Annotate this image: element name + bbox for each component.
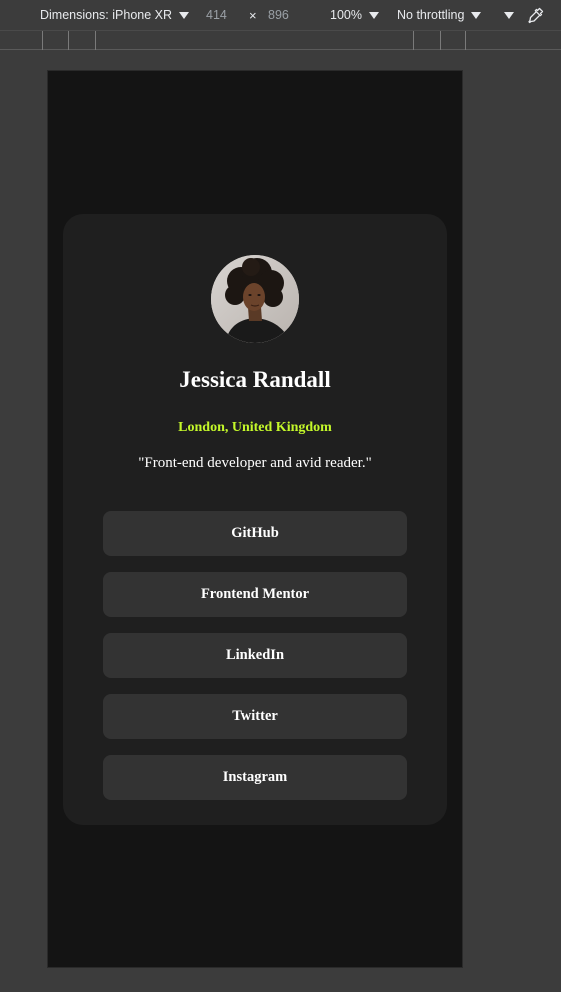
link-button-label: Frontend Mentor [200, 586, 310, 602]
device-dimensions-label: Dimensions: iPhone XR [40, 8, 173, 22]
more-options-dropdown[interactable] [501, 0, 514, 30]
ruler-tick [68, 31, 69, 50]
device-dimensions-dropdown[interactable]: Dimensions: iPhone XR [40, 0, 190, 30]
profile-photo [211, 255, 299, 343]
profile-bio: "Front-end developer and avid reader." [138, 455, 372, 471]
ruler-tick [413, 31, 414, 50]
link-button-label: Instagram [222, 769, 288, 785]
zoom-label: 100% [330, 8, 362, 22]
link-button-instagram[interactable]: Instagram [103, 755, 407, 800]
viewport-height-input[interactable]: 896 [268, 0, 289, 30]
dimension-separator-icon: × [249, 0, 257, 30]
eyedropper-button[interactable] [527, 0, 545, 30]
devtools-device-toolbar: Dimensions: iPhone XR 414 × 896 100% No … [0, 0, 561, 30]
viewport-height-value: 896 [268, 8, 289, 22]
chevron-down-icon [179, 11, 190, 19]
media-query-ruler [0, 30, 561, 50]
link-button-label: LinkedIn [225, 647, 285, 663]
link-button-github[interactable]: GitHub [103, 511, 407, 556]
throttling-dropdown[interactable]: No throttling [397, 0, 482, 30]
ruler-tick [440, 31, 441, 50]
link-button-twitter[interactable]: Twitter [103, 694, 407, 739]
dimension-separator-text: × [249, 7, 257, 23]
ruler-tick [42, 31, 43, 50]
chevron-down-icon [504, 11, 514, 19]
profile-card: Jessica Randall London, United Kingdom "… [63, 214, 447, 825]
viewport-width-value: 414 [206, 8, 227, 22]
profile-location: London, United Kingdom [178, 420, 332, 435]
link-button-frontend-mentor[interactable]: Frontend Mentor [103, 572, 407, 617]
ruler-tick [95, 31, 96, 50]
eyedropper-icon [528, 7, 544, 24]
chevron-down-icon [368, 11, 379, 19]
chevron-down-icon [471, 11, 482, 19]
link-button-label: GitHub [231, 525, 279, 541]
throttling-label: No throttling [397, 8, 465, 22]
link-button-label: Twitter [232, 708, 278, 724]
device-viewport: Jessica Randall London, United Kingdom "… [47, 70, 463, 968]
viewport-width-input[interactable]: 414 [206, 0, 227, 30]
zoom-dropdown[interactable]: 100% [330, 0, 379, 30]
avatar [211, 255, 299, 343]
link-button-linkedin[interactable]: LinkedIn [103, 633, 407, 678]
ruler-tick [465, 31, 466, 50]
profile-name: Jessica Randall [179, 367, 331, 392]
